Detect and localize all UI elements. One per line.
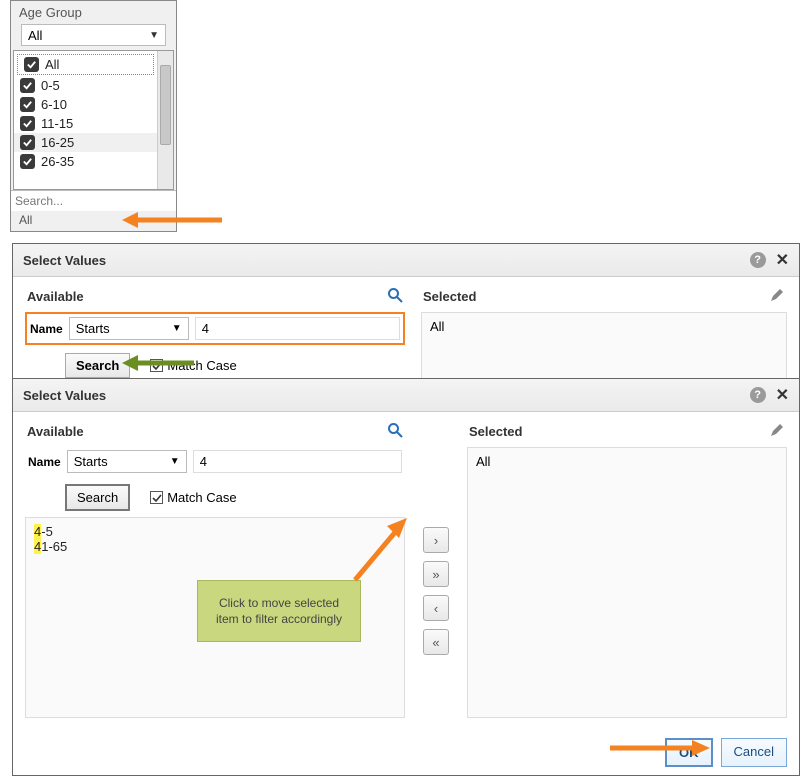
help-icon[interactable]: ?: [750, 387, 766, 403]
name-label: Name: [28, 455, 61, 469]
close-icon[interactable]: ✕: [776, 250, 789, 270]
checkbox-checked-icon: [150, 491, 163, 504]
list-item[interactable]: 26-35: [14, 152, 157, 171]
match-case-label: Match Case: [167, 490, 236, 505]
scroll-down-icon[interactable]: [158, 175, 173, 189]
result-item[interactable]: 4-5: [34, 524, 396, 539]
scroll-up-icon[interactable]: [158, 51, 173, 65]
result-rest: 1-65: [41, 539, 67, 554]
search-icon[interactable]: [387, 422, 403, 441]
ok-button[interactable]: OK: [665, 738, 713, 767]
list-item[interactable]: All: [17, 54, 154, 75]
result-item[interactable]: 41-65: [34, 539, 396, 554]
dialog-footer: OK Cancel: [13, 730, 799, 775]
age-group-combo-value: All: [28, 28, 42, 43]
result-rest: -5: [41, 524, 53, 539]
age-item-label: 16-25: [41, 135, 74, 150]
age-item-label: 6-10: [41, 97, 67, 112]
age-group-combo[interactable]: All ▼: [21, 24, 166, 46]
dialog-title: Select Values: [23, 388, 106, 403]
close-icon[interactable]: ✕: [776, 385, 789, 405]
move-all-left-button[interactable]: «: [423, 629, 449, 655]
checkbox-checked-icon: [20, 97, 35, 112]
scroll-track: [158, 145, 173, 175]
checkbox-checked-icon: [20, 116, 35, 131]
selected-list[interactable]: All: [467, 447, 787, 718]
selected-item[interactable]: All: [476, 454, 778, 469]
age-group-panel: Age Group All ▼ All 0-5 6-10 11-15: [10, 0, 177, 232]
name-label: Name: [30, 322, 63, 336]
starts-label: Starts: [76, 321, 110, 336]
checkbox-checked-icon: [24, 57, 39, 72]
match-case-checkbox[interactable]: Match Case: [150, 358, 236, 373]
edit-icon[interactable]: [769, 422, 785, 441]
move-all-right-button[interactable]: »: [423, 561, 449, 587]
age-group-list: All 0-5 6-10 11-15 16-25 26-35: [13, 50, 174, 190]
search-icon[interactable]: [387, 287, 403, 306]
scroll-thumb[interactable]: [160, 65, 171, 145]
chevron-down-icon: ▼: [149, 30, 159, 41]
checkbox-checked-icon: [150, 359, 163, 372]
available-column: Available Name Starts ▼ 4 Search Match C…: [25, 287, 405, 384]
select-values-dialog-1: Select Values ? ✕ Available Name Starts …: [12, 243, 800, 380]
search-button[interactable]: Search: [65, 484, 130, 511]
dialog-title: Select Values: [23, 253, 106, 268]
checkbox-checked-icon: [20, 135, 35, 150]
available-label: Available: [27, 289, 84, 304]
selected-column: Selected All: [421, 287, 787, 384]
age-group-search-input[interactable]: Search...: [11, 190, 176, 211]
checkbox-checked-icon: [20, 154, 35, 169]
available-header: Available: [25, 422, 405, 447]
dialog-header: Select Values ? ✕: [13, 244, 799, 277]
name-value-input[interactable]: 4: [195, 317, 400, 340]
list-item[interactable]: 16-25: [14, 133, 157, 152]
age-item-label: 0-5: [41, 78, 60, 93]
selected-list[interactable]: All: [421, 312, 787, 384]
help-icon[interactable]: ?: [750, 252, 766, 268]
chevron-down-icon: ▼: [172, 323, 182, 334]
scrollbar[interactable]: [157, 51, 173, 189]
age-item-label: 26-35: [41, 154, 74, 169]
selected-header: Selected: [467, 422, 787, 447]
edit-icon[interactable]: [769, 287, 785, 306]
checkbox-checked-icon: [20, 78, 35, 93]
name-filter-row: Name Starts ▼ 4: [25, 312, 405, 345]
age-item-label: All: [45, 57, 59, 72]
available-header: Available: [25, 287, 405, 312]
annotation-note: Click to move selected item to filter ac…: [197, 580, 361, 642]
age-group-title: Age Group: [11, 1, 176, 24]
selected-label: Selected: [423, 289, 476, 304]
dialog-body: Available Name Starts ▼ 4 Search Match C…: [13, 412, 799, 730]
move-buttons: › » ‹ «: [421, 422, 451, 718]
name-filter-row: Name Starts ▼ 4: [25, 447, 405, 476]
cancel-button[interactable]: Cancel: [721, 738, 787, 767]
starts-label: Starts: [74, 454, 108, 469]
dialog-header: Select Values ? ✕: [13, 379, 799, 412]
available-label: Available: [27, 424, 84, 439]
match-case-label: Match Case: [167, 358, 236, 373]
name-value-input[interactable]: 4: [193, 450, 402, 473]
list-item[interactable]: 11-15: [14, 114, 157, 133]
list-item[interactable]: 6-10: [14, 95, 157, 114]
age-group-footer: All: [11, 211, 176, 231]
selected-header: Selected: [421, 287, 787, 312]
selected-column: Selected All: [467, 422, 787, 718]
selected-item[interactable]: All: [430, 319, 778, 334]
name-operator-select[interactable]: Starts ▼: [67, 450, 187, 473]
move-right-button[interactable]: ›: [423, 527, 449, 553]
available-column: Available Name Starts ▼ 4 Search Match C…: [25, 422, 405, 718]
name-operator-select[interactable]: Starts ▼: [69, 317, 189, 340]
select-values-dialog-2: Select Values ? ✕ Available Name Starts …: [12, 378, 800, 776]
move-left-button[interactable]: ‹: [423, 595, 449, 621]
age-item-label: 11-15: [41, 116, 73, 131]
selected-label: Selected: [469, 424, 522, 439]
match-case-checkbox[interactable]: Match Case: [150, 490, 236, 505]
chevron-down-icon: ▼: [170, 456, 180, 467]
search-row: Search Match Case: [25, 476, 405, 517]
list-item[interactable]: 0-5: [14, 76, 157, 95]
age-group-items: All 0-5 6-10 11-15 16-25 26-35: [14, 51, 157, 189]
search-button[interactable]: Search: [65, 353, 130, 378]
